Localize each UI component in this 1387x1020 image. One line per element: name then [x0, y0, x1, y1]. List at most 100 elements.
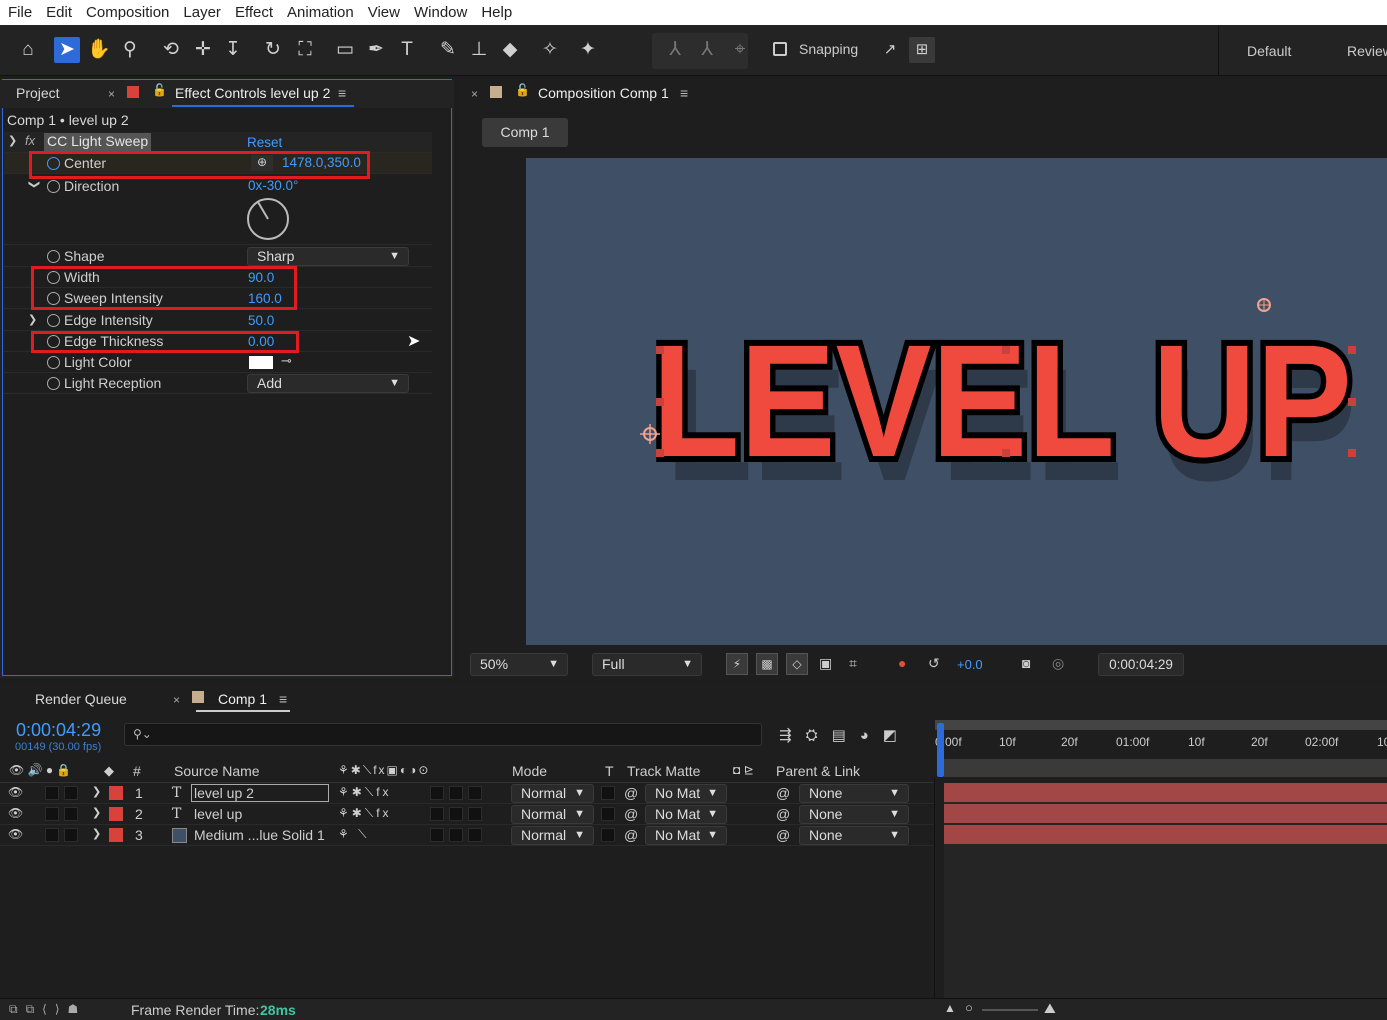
panel-menu-icon[interactable]: ≡ [680, 85, 688, 101]
eye-icon[interactable]: 👁 [8, 785, 23, 799]
chevron-down-icon[interactable]: ❯ [28, 180, 41, 189]
exposure-value[interactable]: +0.0 [957, 657, 983, 672]
track-matte-dropdown[interactable]: No Mat ▼ [645, 826, 727, 845]
track-matte-dropdown[interactable]: No Mat ▼ [645, 805, 727, 824]
label-color[interactable] [109, 786, 123, 800]
zoom-dropdown[interactable]: 50% ▼ [470, 653, 568, 676]
view-axis-icon[interactable]: ⌖ [727, 37, 753, 63]
chevron-right-icon[interactable]: ❯ [92, 827, 101, 840]
parent-pickwhip-icon[interactable]: @ [776, 827, 790, 843]
parent-dropdown[interactable]: None ▼ [799, 805, 909, 824]
layer-row[interactable]: 👁 ❯ 2 T level up ⚘✱⟍fx Normal ▼ @ No Mat ▼… [0, 804, 935, 825]
eyedropper-icon[interactable]: ⊸ [281, 353, 292, 369]
direction-value[interactable]: 0x-30.0° [248, 178, 298, 193]
footer-toggle-icons[interactable]: ⧉⧉⟨⟩☗ [9, 1002, 86, 1017]
layer-duration-bar[interactable] [944, 804, 1387, 823]
zoom-slider-handle[interactable]: ○ [965, 1000, 973, 1015]
comp-viewer[interactable]: LEVEL UP LEVEL UP [526, 158, 1387, 645]
label-color[interactable] [109, 828, 123, 842]
workspace-default[interactable]: Default [1247, 43, 1291, 59]
lock-icon[interactable]: 🔓 [515, 83, 530, 97]
layer-name[interactable]: level up [194, 806, 242, 822]
resolution-dropdown[interactable]: Full ▼ [592, 653, 702, 676]
color-channels-icon[interactable]: ● [898, 655, 906, 671]
stopwatch-icon[interactable] [47, 377, 60, 390]
current-time-display[interactable]: 0:00:04:29 [1098, 653, 1184, 676]
panel-menu-icon[interactable]: ≡ [338, 85, 346, 101]
local-axis-icon[interactable]: ⅄ [662, 37, 688, 63]
blend-mode-dropdown[interactable]: Normal ▼ [511, 784, 594, 803]
close-tab-icon[interactable]: × [108, 87, 115, 101]
region-of-interest-icon[interactable]: ▣ [819, 655, 832, 672]
snap-grid-icon[interactable]: ⊞ [909, 37, 935, 63]
pickwhip-icon[interactable]: @ [624, 827, 638, 843]
track-matte-dropdown[interactable]: No Mat ▼ [645, 784, 727, 803]
menu-composition[interactable]: Composition [86, 4, 169, 21]
menu-help[interactable]: Help [481, 4, 512, 21]
pen-tool-icon[interactable]: ✒ [363, 37, 389, 63]
workspace-review[interactable]: Review [1347, 43, 1387, 59]
reset-link[interactable]: Reset [247, 135, 282, 150]
layer-switches[interactable]: ⚘✱⟍fx [338, 806, 392, 821]
tab-project[interactable]: Project [16, 85, 60, 101]
stopwatch-icon[interactable] [47, 356, 60, 369]
grid-guides-icon[interactable]: ⌗ [849, 655, 857, 672]
anchor-tool-icon[interactable]: ⛶ [292, 37, 318, 63]
chevron-right-icon[interactable]: ❯ [92, 806, 101, 819]
camera-snapshot-icon[interactable]: ◙ [1022, 655, 1030, 671]
tab-render-queue[interactable]: Render Queue [35, 691, 127, 707]
layer-switches[interactable]: ⚘✱⟍fx [338, 785, 392, 800]
blend-mode-dropdown[interactable]: Normal ▼ [511, 805, 594, 824]
stopwatch-icon[interactable] [47, 180, 60, 193]
angle-dial[interactable] [246, 197, 292, 243]
tab-composition[interactable]: Composition Comp 1 [538, 85, 669, 101]
clone-stamp-icon[interactable]: ⊥ [466, 37, 492, 63]
snapping-checkbox[interactable] [773, 42, 787, 56]
edge-intensity-value[interactable]: 50.0 [248, 313, 274, 328]
effect-name[interactable]: CC Light Sweep [44, 133, 152, 151]
timeline-current-time[interactable]: 0:00:04:29 [16, 720, 101, 741]
layer-switches[interactable]: ⚘ ⟍ [338, 827, 370, 842]
label-color[interactable] [109, 807, 123, 821]
comp-flowchart-chip[interactable]: Comp 1 [482, 118, 568, 147]
show-snapshot-icon[interactable]: ◎ [1052, 655, 1064, 672]
pan-camera-icon[interactable]: ✛ [190, 37, 216, 63]
snap-edge-icon[interactable]: ↗ [877, 37, 903, 63]
chevron-right-icon[interactable]: ❯ [28, 313, 37, 326]
menu-view[interactable]: View [368, 4, 400, 21]
puppet-pin-icon[interactable]: ✦ [575, 37, 601, 63]
menu-file[interactable]: File [8, 4, 32, 21]
transparency-grid-icon[interactable]: ▩ [756, 653, 778, 675]
pickwhip-icon[interactable]: @ [624, 785, 638, 801]
reset-exposure-icon[interactable]: ↺ [928, 655, 940, 672]
rectangle-tool-icon[interactable]: ▭ [332, 37, 358, 63]
lock-icon[interactable]: 🔓 [152, 83, 167, 97]
layer-row[interactable]: 👁 ❯ 1 T level up 2 ⚘✱⟍fx Normal ▼ @ No Ma… [0, 783, 935, 804]
hand-tool-icon[interactable]: ✋ [86, 37, 112, 63]
layer-name[interactable]: Medium ...lue Solid 1 [194, 827, 325, 843]
menu-animation[interactable]: Animation [287, 4, 354, 21]
menu-edit[interactable]: Edit [46, 4, 72, 21]
menu-layer[interactable]: Layer [183, 4, 221, 21]
header-source-name[interactable]: Source Name [174, 763, 260, 779]
parent-dropdown[interactable]: None ▼ [799, 784, 909, 803]
eraser-tool-icon[interactable]: ◆ [497, 37, 523, 63]
blend-mode-dropdown[interactable]: Normal ▼ [511, 826, 594, 845]
eye-icon[interactable]: 👁 [8, 827, 23, 841]
menu-window[interactable]: Window [414, 4, 467, 21]
panel-menu-icon[interactable]: ≡ [279, 691, 287, 707]
chevron-right-icon[interactable]: ❯ [92, 785, 101, 798]
menu-effect[interactable]: Effect [235, 4, 273, 21]
zoom-in-icon[interactable]: ⛰ [1044, 1000, 1056, 1017]
world-axis-icon[interactable]: ⅄ [694, 37, 720, 63]
close-tab-icon[interactable]: × [173, 693, 180, 707]
zoom-slider-track[interactable] [982, 1009, 1038, 1011]
parent-dropdown[interactable]: None ▼ [799, 826, 909, 845]
light-color-swatch[interactable] [249, 356, 273, 369]
home-icon[interactable]: ⌂ [15, 37, 41, 63]
tab-effect-controls[interactable]: Effect Controls level up 2 [175, 85, 330, 101]
tab-comp[interactable]: Comp 1 [218, 691, 267, 707]
layer-row[interactable]: 👁 ❯ 3 Medium ...lue Solid 1 ⚘ ⟍ Normal ▼ … [0, 825, 935, 846]
parent-pickwhip-icon[interactable]: @ [776, 785, 790, 801]
selection-tool-icon[interactable]: ➤ [54, 37, 80, 63]
